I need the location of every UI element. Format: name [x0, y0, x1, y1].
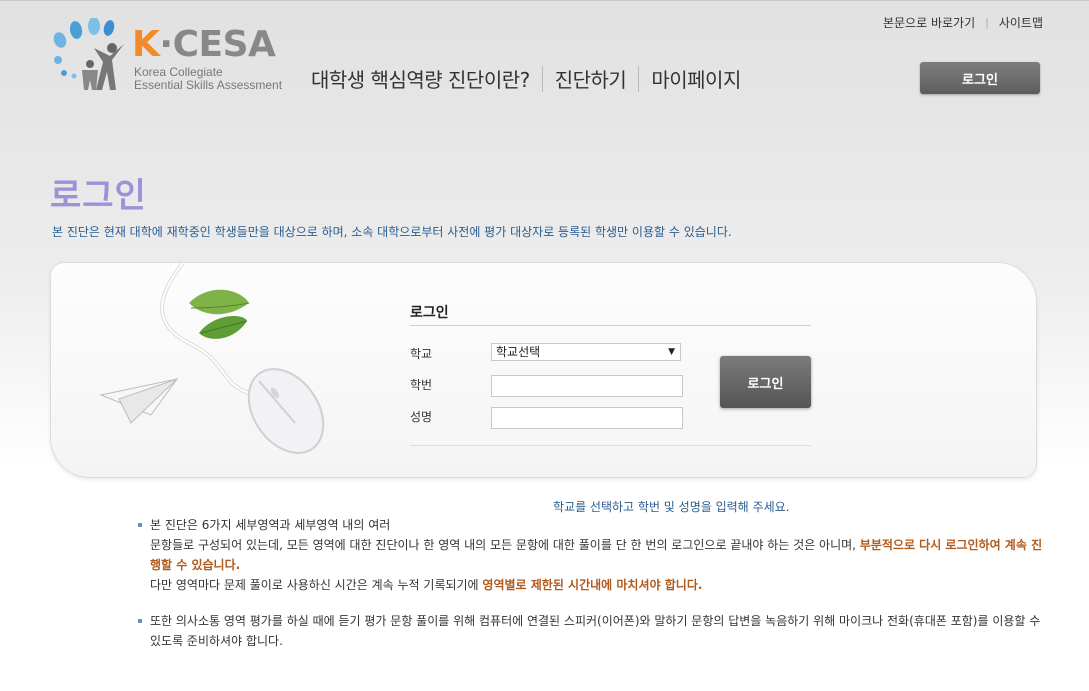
bullet-icon [138, 619, 142, 623]
notice-1-text2: 다만 영역마다 문제 풀이로 사용하신 시간은 계속 누적 기록되기에 [150, 578, 483, 592]
logo-letter-k: K [132, 24, 160, 65]
main-nav: 대학생 핵심역량 진단이란? 진단하기 마이페이지 [311, 64, 741, 93]
notice-1-extra: 다만 영역마다 문제 풀이로 사용하신 시간은 계속 누적 기록되기에 영역별로… [150, 575, 1043, 595]
notice-item: 또한 의사소통 영역 평가를 하실 때에 듣기 평가 문항 풀이를 위해 컴퓨터… [138, 611, 1043, 651]
mouse-leaf-paper-plane-illustration [99, 263, 325, 454]
notice-2-text: 또한 의사소통 영역 평가를 하실 때에 듣기 평가 문항 풀이를 위해 컴퓨터… [150, 614, 1041, 648]
nav-divider [541, 65, 543, 92]
intro-text: 본 진단은 현재 대학에 재학중인 학생들만을 대상으로 하며, 소속 대학으로… [52, 225, 732, 239]
form-divider-top [410, 325, 811, 326]
nav-item-mypage[interactable]: 마이페이지 [651, 64, 741, 93]
util-separator: | [985, 16, 989, 29]
form-hint-text: 학교를 선택하고 학번 및 성명을 입력해 주세요. [553, 500, 790, 514]
school-label: 학교 [410, 347, 433, 361]
nav-item-about[interactable]: 대학생 핵심역량 진단이란? [311, 64, 530, 93]
logo-cesa: CESA [172, 24, 276, 65]
notice-item: 본 진단은 6가지 세부영역과 세부영역 내의 여러 문항들로 구성되어 있는데… [138, 515, 1043, 595]
student-id-label: 학번 [410, 378, 433, 392]
logo-dot: · [159, 24, 173, 65]
student-id-input[interactable] [491, 375, 683, 397]
name-input[interactable] [491, 407, 683, 429]
kcesa-logo[interactable]: K·CESA Korea Collegiate Essential Skills… [50, 18, 290, 98]
page-title: 로그인 [50, 176, 147, 216]
nav-item-diagnosis[interactable]: 진단하기 [555, 64, 627, 93]
nav-divider [638, 65, 640, 92]
top-border-line [0, 0, 1089, 1]
logo-subtitle: Korea Collegiate Essential Skills Assess… [134, 66, 282, 92]
utility-links: 본문으로 바로가기 | 사이트맵 [883, 14, 1043, 31]
notice-1-emphasis2: 영역별로 제한된 시간내에 마치셔야 합니다. [482, 578, 703, 592]
school-select-value: 학교선택 [496, 345, 541, 359]
logo-subtitle-line2: Essential Skills Assessment [134, 78, 283, 92]
name-label: 성명 [410, 410, 433, 424]
sitemap-link[interactable]: 사이트맵 [999, 14, 1043, 31]
notice-1-text: 문항들로 구성되어 있는데, 모든 영역에 대한 진단이나 한 영역 내의 모든… [150, 538, 860, 552]
notice-list: 본 진단은 6가지 세부영역과 세부영역 내의 여러 문항들로 구성되어 있는데… [138, 515, 1043, 663]
school-select[interactable]: 학교선택 ▼ [491, 343, 681, 361]
notice-1-line1: 본 진단은 6가지 세부영역과 세부영역 내의 여러 [150, 518, 391, 532]
notice-1-body: 문항들로 구성되어 있는데, 모든 영역에 대한 진단이나 한 영역 내의 모든… [150, 535, 1043, 575]
bullet-icon [138, 523, 142, 527]
login-submit-button[interactable]: 로그인 [720, 356, 811, 408]
form-divider-bottom [410, 445, 811, 446]
login-panel: 로그인 학교 학교선택 ▼ 학번 성명 로그인 [50, 262, 1037, 478]
skip-to-content-link[interactable]: 본문으로 바로가기 [883, 14, 975, 31]
caret-down-icon: ▼ [668, 347, 675, 357]
header-login-button[interactable]: 로그인 [920, 62, 1040, 94]
logo-wordmark: K·CESA [132, 24, 276, 65]
login-form-heading: 로그인 [410, 305, 449, 321]
people-figures-icon [53, 18, 124, 90]
